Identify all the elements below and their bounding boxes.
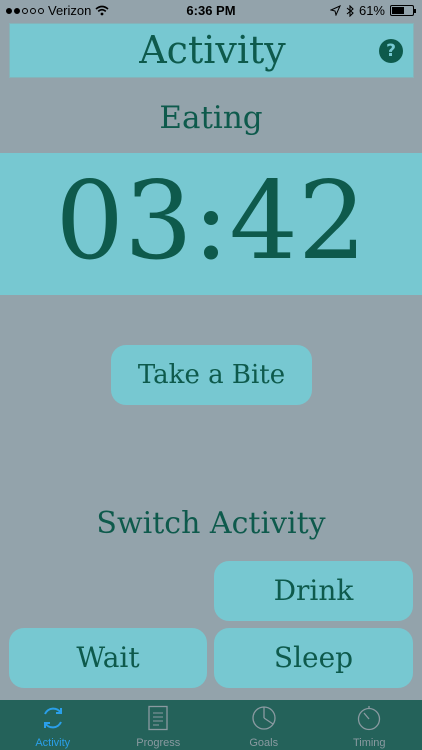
refresh-icon (43, 707, 62, 729)
bluetooth-icon (346, 4, 354, 17)
status-right: 61% (329, 3, 416, 18)
timer-panel: 03:42 (0, 153, 422, 295)
tab-progress[interactable]: Progress (106, 700, 212, 750)
tab-bar: Activity Progress Goals Timing (0, 700, 422, 750)
document-icon (148, 705, 168, 731)
stopwatch-icon (358, 706, 381, 731)
help-icon[interactable]: ? (379, 39, 403, 63)
tab-activity[interactable]: Activity (0, 700, 106, 750)
current-activity-name: Eating (159, 100, 263, 136)
battery-icon (390, 5, 416, 16)
status-bar: Verizon 6:36 PM 61% (0, 0, 422, 22)
location-arrow-icon (329, 5, 341, 16)
sleep-button[interactable]: Sleep (214, 628, 413, 688)
take-a-bite-button[interactable]: Take a Bite (111, 345, 312, 405)
tab-goals[interactable]: Goals (211, 700, 317, 750)
switch-activity-heading: Switch Activity (96, 506, 326, 541)
page-title: Activity (139, 28, 286, 72)
tab-label: Activity (35, 737, 71, 749)
tab-label: Goals (249, 737, 279, 749)
tab-timing[interactable]: Timing (317, 700, 422, 750)
tab-label: Progress (136, 737, 181, 749)
tab-label: Timing (352, 737, 386, 749)
pie-chart-icon (252, 706, 276, 730)
timer-display: 03:42 (55, 159, 367, 284)
battery-percent: 61% (358, 3, 385, 18)
header: Activity ? (9, 23, 414, 78)
drink-button[interactable]: Drink (214, 561, 413, 621)
wait-button[interactable]: Wait (9, 628, 207, 688)
